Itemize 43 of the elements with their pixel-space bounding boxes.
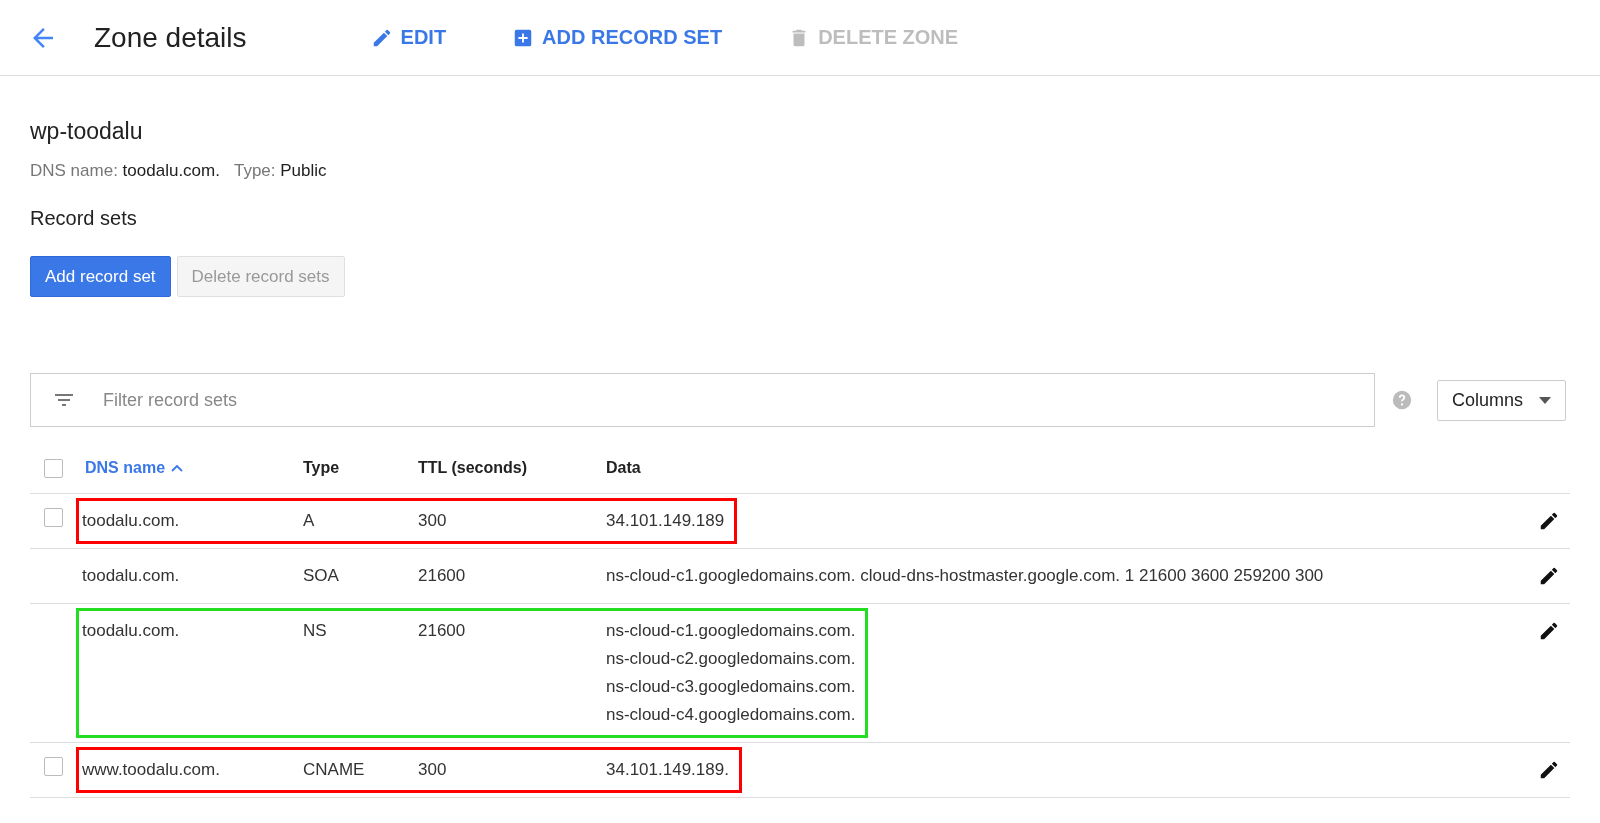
column-header[interactable]: DNS name: [85, 459, 303, 477]
add-action[interactable]: ADD RECORD SET: [508, 22, 727, 53]
table-cell-text: 34.101.149.189: [606, 510, 725, 532]
help-icon[interactable]: [1391, 389, 1413, 411]
add-record-button[interactable]: Add record set: [30, 256, 171, 297]
row-checkbox[interactable]: [43, 508, 63, 527]
page-title: Zone details: [94, 21, 247, 54]
table-cell-text: A: [303, 510, 316, 532]
sort-up-icon: [171, 464, 184, 472]
select-all-checkbox[interactable]: [43, 458, 63, 478]
pencil-icon: [1538, 565, 1560, 587]
table-cell-text: www.toodalu.com.: [81, 759, 221, 781]
column-header[interactable]: Type: [303, 459, 418, 477]
table-cell-text: ns-cloud-c3.googledomains.com.: [606, 676, 856, 698]
zone-meta: DNS name: toodalu.com.: [30, 161, 220, 181]
table-cell-text: ns-cloud-c4.googledomains.com.: [606, 704, 856, 726]
table-cell-text: toodalu.com.: [81, 565, 181, 587]
table-cell-text: NS: [303, 620, 328, 642]
edit-action[interactable]: EDIT: [366, 22, 451, 53]
column-header[interactable]: Data: [606, 459, 641, 477]
column-header[interactable]: TTL (seconds): [418, 459, 606, 477]
pencil-icon: [1538, 510, 1560, 532]
filter-field[interactable]: Filter record sets: [30, 373, 1375, 427]
pencil-icon: [1538, 759, 1560, 781]
table-cell-text: SOA: [303, 565, 340, 587]
table-cell-text: 300: [418, 759, 448, 781]
pencil-icon: [1538, 620, 1560, 642]
table-cell-text: ns-cloud-c1.googledomains.com.: [606, 620, 856, 642]
table-cell-text: ns-cloud-c2.googledomains.com.: [606, 648, 856, 670]
table-cell-text: ns-cloud-c1.googledomains.com. cloud-dns-hostmaster.google.com. 1 21600 3600 259200 300: [606, 565, 1324, 587]
section-title: Record sets: [30, 207, 138, 230]
table-cell-text: 21600: [418, 565, 467, 587]
columns-dropdown[interactable]: Columns: [1437, 379, 1567, 421]
table-cell-text: 21600: [418, 620, 467, 642]
zone-meta: Type: Public: [233, 161, 327, 181]
table-cell-text: toodalu.com.: [81, 620, 181, 642]
row-checkbox[interactable]: [43, 757, 63, 776]
caret-icon: [1539, 396, 1552, 404]
table-cell-text: CNAME: [303, 759, 366, 781]
zone-name: wp-toodalu: [30, 118, 144, 145]
table-cell-text: 34.101.149.189.: [606, 759, 729, 781]
table-cell-text: 300: [418, 510, 448, 532]
table-cell-text: toodalu.com.: [81, 510, 181, 532]
